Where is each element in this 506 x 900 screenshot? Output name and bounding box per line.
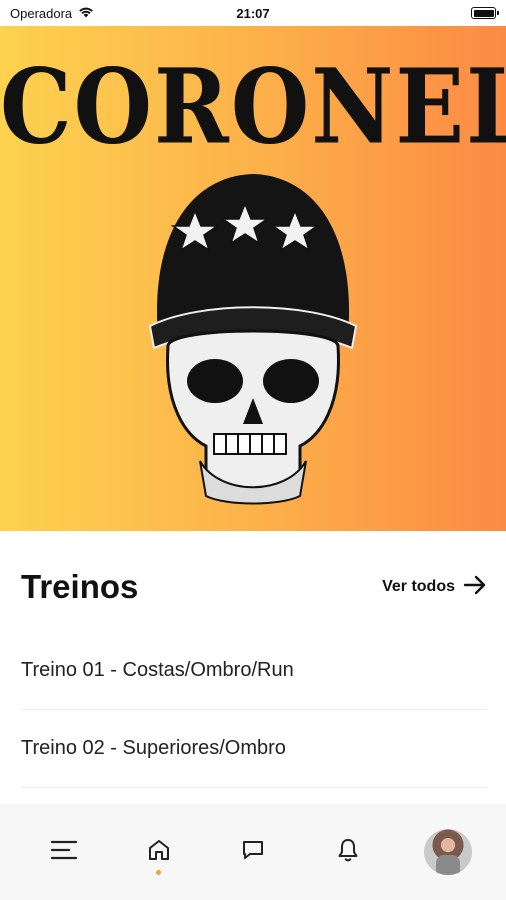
arrow-right-icon [463, 575, 487, 600]
workout-list: Treino 01 - Costas/Ombro/Run Treino 02 -… [21, 632, 487, 788]
home-icon [147, 838, 171, 867]
menu-icon [50, 840, 78, 865]
workout-label: Treino 01 - Costas/Ombro/Run [21, 659, 294, 681]
nav-profile-button[interactable] [422, 829, 474, 875]
section-title: Treinos [21, 568, 139, 605]
nav-notifications-button[interactable] [328, 829, 368, 875]
list-item[interactable]: Treino 01 - Costas/Ombro/Run [21, 632, 487, 710]
bottom-nav [0, 804, 506, 900]
see-all-button[interactable]: Ver todos [382, 575, 487, 600]
nav-chat-button[interactable] [233, 829, 273, 875]
skull-cap-illustration [148, 174, 358, 505]
see-all-label: Ver todos [382, 578, 455, 595]
chat-icon [241, 838, 265, 867]
section-header: Treinos Ver todos [21, 562, 487, 612]
status-bar: Operadora 21:07 [0, 0, 506, 26]
bell-icon [336, 837, 360, 868]
workout-label: Treino 02 - Superiores/Ombro [21, 737, 286, 759]
list-item[interactable]: Treino 02 - Superiores/Ombro [21, 710, 487, 788]
wifi-icon [78, 6, 94, 21]
battery-icon [471, 7, 499, 19]
nav-menu-button[interactable] [44, 829, 84, 875]
nav-home-button[interactable] [139, 829, 179, 875]
avatar [424, 829, 472, 875]
hero-banner: CORONEL [0, 26, 506, 531]
active-indicator [156, 870, 161, 875]
status-left: Operadora [10, 6, 94, 21]
carrier-label: Operadora [10, 5, 73, 21]
